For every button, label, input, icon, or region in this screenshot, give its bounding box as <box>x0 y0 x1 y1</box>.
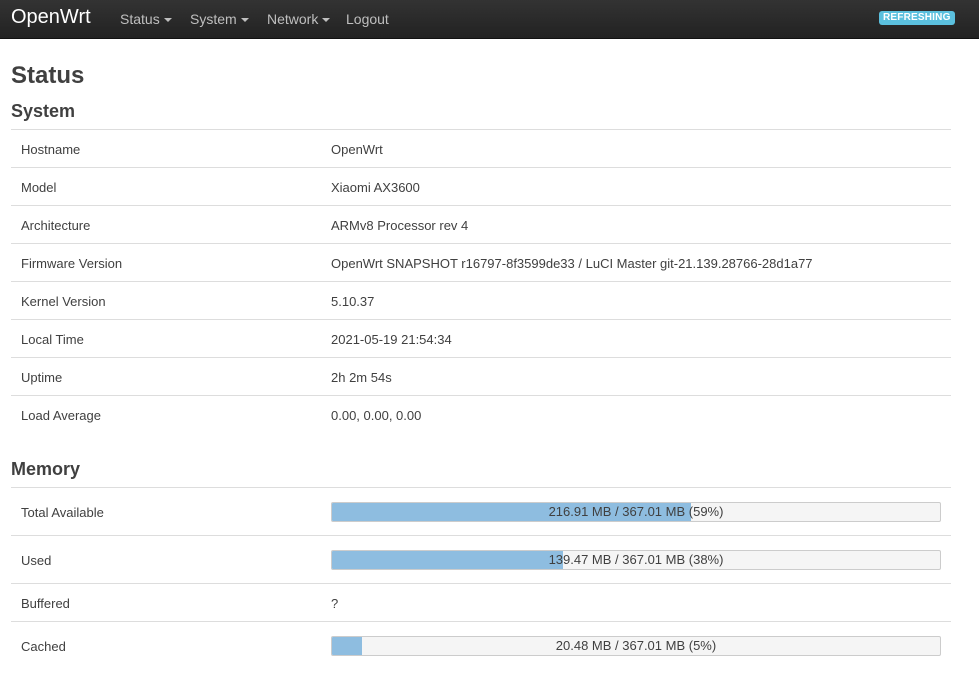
chevron-down-icon <box>240 17 249 22</box>
chevron-down-icon <box>163 17 172 22</box>
top-navbar: OpenWrt Status System Network Logout REF… <box>0 0 979 39</box>
chevron-down-icon <box>322 17 331 22</box>
menu-system[interactable]: System <box>190 11 249 27</box>
row-label: Load Average <box>21 408 101 423</box>
row-value: Xiaomi AX3600 <box>331 180 420 195</box>
progress-text: 216.91 MB / 367.01 MB (59%) <box>548 504 724 519</box>
row-label: Used <box>21 553 52 568</box>
menu-status-label: Status <box>120 11 160 27</box>
table-row: Uptime 2h 2m 54s <box>11 357 951 395</box>
row-value: OpenWrt <box>331 142 383 157</box>
table-row: Model Xiaomi AX3600 <box>11 167 951 205</box>
table-row: Firmware Version OpenWrt SNAPSHOT r16797… <box>11 243 951 281</box>
section-title-memory: Memory <box>11 459 81 479</box>
row-label: Kernel Version <box>21 294 106 309</box>
table-row: Load Average 0.00, 0.00, 0.00 <box>11 395 951 433</box>
table-row: Architecture ARMv8 Processor rev 4 <box>11 205 951 243</box>
system-table: Hostname OpenWrt Model Xiaomi AX3600 Arc… <box>11 129 951 433</box>
menu-logout[interactable]: Logout <box>346 11 389 27</box>
row-value: ? <box>331 596 339 611</box>
table-row: Hostname OpenWrt <box>11 129 951 167</box>
table-row: Used 139.47 MB / 367.01 MB (38%) <box>11 535 951 583</box>
menu-logout-label: Logout <box>346 11 389 27</box>
row-value: 5.10.37 <box>331 294 375 309</box>
row-label: Hostname <box>21 142 81 157</box>
row-label: Cached <box>21 639 66 654</box>
menu-system-label: System <box>190 11 237 27</box>
memory-progress-bar: 20.48 MB / 367.01 MB (5%) <box>331 636 941 656</box>
progress-text: 20.48 MB / 367.01 MB (5%) <box>555 638 717 653</box>
progress-text: 139.47 MB / 367.01 MB (38%) <box>548 552 724 567</box>
row-value: OpenWrt SNAPSHOT r16797-8f3599de33 / LuC… <box>331 256 813 271</box>
row-value: ARMv8 Processor rev 4 <box>331 218 469 233</box>
section-title-system: System <box>11 101 76 121</box>
row-label: Total Available <box>21 505 104 520</box>
brand-logo[interactable]: OpenWrt <box>11 6 91 29</box>
row-value: 2h 2m 54s <box>331 370 392 385</box>
table-row: Kernel Version 5.10.37 <box>11 281 951 319</box>
refreshing-badge[interactable]: REFRESHING <box>879 11 955 25</box>
memory-progress-bar: 139.47 MB / 367.01 MB (38%) <box>331 550 941 570</box>
row-label: Model <box>21 180 57 195</box>
menu-network-label: Network <box>267 11 319 27</box>
row-value: 0.00, 0.00, 0.00 <box>331 408 422 423</box>
row-value: 2021-05-19 21:54:34 <box>331 332 452 347</box>
table-row: Cached 20.48 MB / 367.01 MB (5%) <box>11 621 951 669</box>
memory-table: Total Available 216.91 MB / 367.01 MB (5… <box>11 487 951 669</box>
table-row: Total Available 216.91 MB / 367.01 MB (5… <box>11 487 951 535</box>
row-label: Uptime <box>21 370 63 385</box>
menu-network[interactable]: Network <box>267 11 331 27</box>
memory-progress-bar: 216.91 MB / 367.01 MB (59%) <box>331 502 941 522</box>
row-label: Firmware Version <box>21 256 123 271</box>
table-row: Local Time 2021-05-19 21:54:34 <box>11 319 951 357</box>
table-row: Buffered ? <box>11 583 951 621</box>
row-label: Local Time <box>21 332 84 347</box>
menu-status[interactable]: Status <box>120 11 172 27</box>
page-title: Status <box>11 62 85 89</box>
row-label: Buffered <box>21 596 70 611</box>
row-label: Architecture <box>21 218 91 233</box>
